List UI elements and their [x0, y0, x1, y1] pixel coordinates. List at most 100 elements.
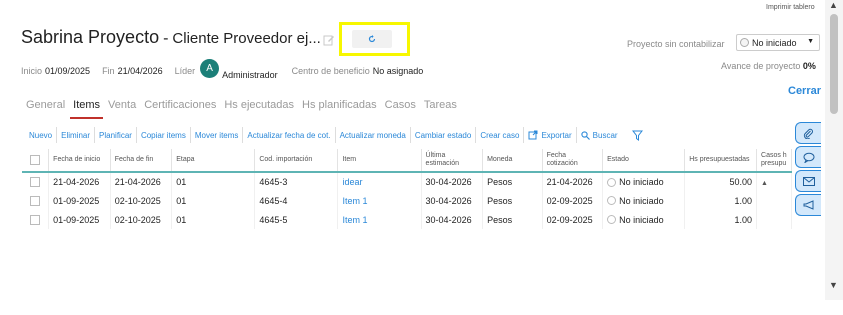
cell-item-link[interactable]: idear — [337, 172, 422, 191]
col-end-date[interactable]: Fecha de fin — [110, 149, 173, 173]
progress-label: Avance de proyecto — [721, 61, 801, 71]
cell-cases — [756, 191, 792, 210]
chat-icon — [803, 152, 814, 163]
end-value: 21/04/2026 — [117, 65, 163, 76]
select-all-header[interactable] — [22, 149, 50, 173]
cell-currency: Pesos — [482, 191, 543, 210]
tab-hs-planificadas[interactable]: Hs planificadas — [302, 99, 377, 119]
cell-cases: ▲ — [756, 172, 792, 191]
tab-bar: General Items Venta Certificaciones Hs e… — [26, 99, 465, 119]
client-name: Cliente Proveedor ej... — [172, 30, 321, 47]
status-radio-icon — [607, 196, 617, 205]
cell-currency: Pesos — [482, 210, 543, 229]
search-button[interactable]: Buscar — [577, 127, 622, 143]
status-text: No iniciado — [619, 195, 664, 206]
table-row[interactable]: 01-09-2025 02-10-2025 01 4645-5 Item 1 3… — [22, 210, 792, 229]
attachments-tab[interactable] — [795, 122, 821, 144]
row-checkbox[interactable] — [30, 214, 40, 225]
cell-budget-hours: 1.00 — [684, 210, 758, 229]
leader-name: Administrador — [222, 69, 278, 80]
cell-stage: 01 — [171, 172, 256, 191]
scroll-up-icon[interactable]: ▲ — [829, 0, 838, 10]
vertical-scrollbar[interactable]: ▲ ▼ — [825, 0, 843, 300]
tab-items[interactable]: Items — [70, 99, 104, 119]
mail-tab[interactable] — [795, 170, 821, 192]
cell-end-date: 02-10-2025 — [110, 191, 173, 210]
leader-label: Líder — [174, 65, 196, 76]
new-button[interactable]: Nuevo — [26, 127, 58, 143]
col-quote-date[interactable]: Fecha cotización — [542, 149, 604, 173]
tab-venta[interactable]: Venta — [108, 99, 136, 119]
copy-items-button[interactable]: Copiar items — [137, 127, 191, 143]
refresh-icon — [368, 35, 376, 43]
project-info-row: Inicio 01/09/2025 Fin 21/04/2026 Líder A… — [21, 59, 435, 80]
update-quote-date-button[interactable]: Actualizar fecha de cot. — [243, 127, 336, 143]
project-status-value: No iniciado — [752, 37, 797, 48]
export-button[interactable]: Exportar — [524, 127, 577, 143]
search-label: Buscar — [592, 130, 618, 140]
project-status-select[interactable]: No iniciado ▼ — [736, 34, 820, 51]
cell-end-date: 02-10-2025 — [110, 210, 173, 229]
profit-center-label: Centro de beneficio — [291, 65, 370, 76]
tab-general[interactable]: General — [26, 99, 65, 119]
cell-quote-date: 02-09-2025 — [542, 210, 604, 229]
tab-certificaciones[interactable]: Certificaciones — [144, 99, 216, 119]
filter-button[interactable] — [631, 130, 643, 141]
col-stage[interactable]: Etapa — [171, 149, 256, 173]
megaphone-icon — [803, 200, 813, 210]
search-icon — [581, 130, 590, 140]
profit-center-value: No asignado — [372, 65, 424, 76]
page-title: Sabrina Proyecto - Cliente Proveedor ej.… — [21, 27, 321, 48]
change-status-button[interactable]: Cambiar estado — [411, 127, 477, 143]
comments-tab[interactable] — [795, 146, 821, 168]
items-toolbar: Nuevo Eliminar Planificar Copiar items M… — [26, 127, 643, 143]
status-radio-icon — [740, 38, 749, 47]
row-checkbox[interactable] — [30, 177, 40, 187]
move-items-button[interactable]: Mover items — [191, 127, 244, 143]
col-import-code[interactable]: Cod. importación — [254, 149, 339, 173]
tab-tareas[interactable]: Tareas — [424, 99, 457, 119]
cell-import-code: 4645-5 — [254, 210, 339, 229]
plan-button[interactable]: Planificar — [95, 127, 137, 143]
create-case-button[interactable]: Crear caso — [476, 127, 525, 143]
delete-button[interactable]: Eliminar — [57, 127, 96, 143]
project-status-label: Proyecto sin contabilizar — [627, 39, 725, 49]
cell-status: No iniciado — [602, 172, 686, 191]
avatar[interactable]: A — [200, 59, 220, 78]
col-item[interactable]: Item — [337, 149, 422, 173]
cell-start-date: 01-09-2025 — [48, 210, 111, 229]
table-row[interactable]: 21-04-2026 21-04-2026 01 4645-3 idear 30… — [22, 172, 792, 191]
caret-up-icon[interactable]: ▲ — [761, 180, 768, 187]
print-board-link[interactable]: Imprimir tablero — [766, 4, 815, 11]
cell-last-estimate: 30-04-2026 — [421, 210, 484, 229]
tab-hs-ejecutadas[interactable]: Hs ejecutadas — [224, 99, 294, 119]
col-last-estimate[interactable]: Última estimación — [421, 149, 484, 173]
table-row[interactable]: 01-09-2025 02-10-2025 01 4645-4 Item 1 3… — [22, 191, 792, 210]
cell-stage: 01 — [171, 191, 256, 210]
col-budget-hours[interactable]: Hs presupuestadas — [684, 149, 758, 173]
edit-icon[interactable] — [323, 33, 335, 46]
end-label: Fin — [102, 65, 115, 76]
refresh-button[interactable] — [352, 30, 392, 48]
table-header-row: Fecha de inicio Fecha de fin Etapa Cod. … — [22, 149, 792, 173]
scroll-thumb[interactable] — [830, 14, 838, 114]
update-currency-button[interactable]: Actualizar moneda — [336, 127, 411, 143]
cell-end-date: 21-04-2026 — [110, 172, 173, 191]
row-checkbox[interactable] — [30, 195, 40, 206]
tab-casos[interactable]: Casos — [385, 99, 416, 119]
announcements-tab[interactable] — [795, 194, 821, 216]
cell-item-link[interactable]: Item 1 — [337, 191, 422, 210]
col-cases[interactable]: Casos h presupu — [756, 149, 792, 173]
cell-item-link[interactable]: Item 1 — [337, 210, 422, 229]
title-separator: - — [163, 30, 169, 47]
select-all-checkbox[interactable] — [30, 155, 40, 165]
col-currency[interactable]: Moneda — [482, 149, 543, 173]
start-label: Inicio — [21, 65, 43, 76]
export-icon — [528, 130, 538, 140]
close-button[interactable]: Cerrar — [788, 85, 821, 97]
scroll-down-icon[interactable]: ▼ — [829, 280, 838, 290]
status-text: No iniciado — [619, 177, 664, 187]
col-status[interactable]: Estado — [602, 149, 686, 173]
col-start-date[interactable]: Fecha de inicio — [48, 149, 111, 173]
chevron-down-icon: ▼ — [807, 38, 814, 45]
